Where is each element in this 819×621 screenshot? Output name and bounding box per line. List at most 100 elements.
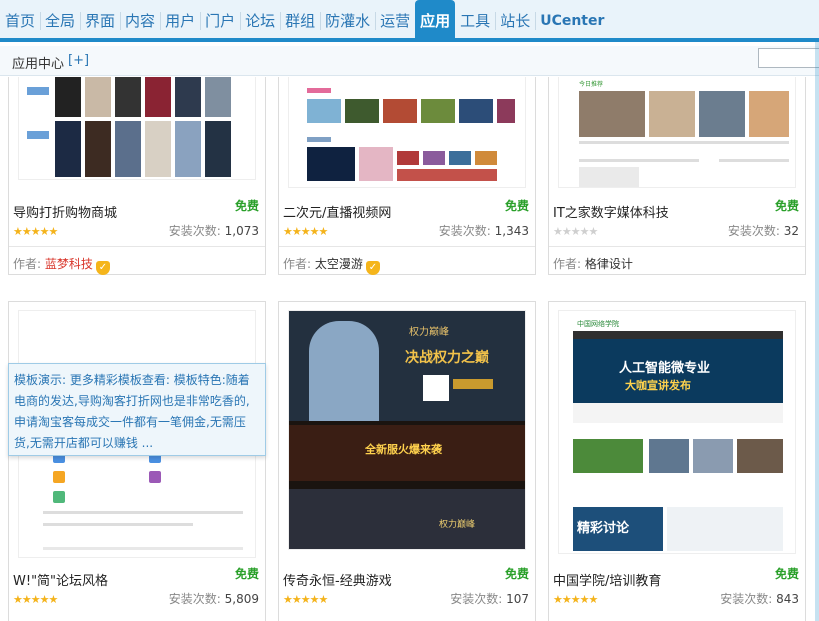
app-title[interactable]: 传奇永恒-经典游戏 [283, 570, 392, 589]
product-image [175, 121, 201, 177]
author-name[interactable]: 格律设计 [585, 257, 633, 271]
author-name[interactable]: 蓝梦科技 [45, 257, 93, 271]
section-marker [307, 88, 331, 93]
app-title[interactable]: 中国学院/培训教育 [553, 570, 661, 589]
top-navigation: 首页 全局 界面 内容 用户 门户 论坛 群组 防灌水 运营 应用 工具 站长 UCenter [0, 0, 819, 42]
star-icon: ★ [300, 225, 311, 238]
description-popup[interactable]: 模板演示: 更多精彩模板查看: 模板特色:随着电商的发达,导购淘客打折网也是非常… [8, 363, 266, 456]
video-thumb [307, 147, 355, 181]
nav-tabs: 首页 全局 界面 内容 用户 门户 论坛 群组 防灌水 运营 应用 工具 站长 UCenter [0, 0, 609, 38]
star-icon: ★ [48, 225, 59, 238]
product-image [145, 121, 171, 177]
price-label: 免费 [504, 567, 529, 581]
rating-stars: ★★★★★ [283, 593, 329, 606]
nav-tab[interactable]: 内容 [120, 2, 160, 38]
scrollbar[interactable] [815, 42, 819, 621]
app-card[interactable]: W!"简"论坛风格 免费 ★★★★★ 安装次数: 5,809 [8, 301, 266, 621]
rating-stars: ★★★★★ [13, 593, 59, 606]
star-icon: ★ [553, 593, 563, 606]
author-label: 作者: [553, 257, 582, 271]
app-thumbnail[interactable] [288, 77, 526, 188]
course-image [649, 439, 689, 473]
nav-tab[interactable]: 全局 [40, 2, 80, 38]
game-title: 决战权力之巅 [405, 350, 489, 366]
star-icon: ★ [283, 225, 293, 238]
text-line [43, 523, 193, 526]
author-row: 作者: 蓝梦科技 ✓ [9, 246, 265, 277]
search-input[interactable] [758, 48, 819, 68]
app-title[interactable]: 导购打折购物商城 [13, 202, 117, 221]
install-label: 安装次数: [720, 592, 773, 606]
product-image [55, 77, 81, 117]
nav-tab[interactable]: 工具 [455, 2, 495, 38]
app-thumbnail[interactable]: 中国网络学院 人工智能微专业 大咖宣讲发布 精彩讨论 [558, 310, 796, 554]
character-art [309, 321, 379, 421]
app-card[interactable]: 导购打折购物商城 免费 ★★★★★ 安装次数: 1,073 作者: 蓝梦科技 ✓ [8, 77, 266, 275]
star-icon: ★ [318, 593, 329, 606]
section-label: 今日推荐 [579, 81, 604, 88]
download-button [453, 379, 493, 389]
app-title[interactable]: 二次元/直播视频网 [283, 202, 391, 221]
text-line [579, 159, 699, 162]
nav-tab[interactable]: 运营 [375, 2, 415, 38]
star-icon: ★ [561, 593, 572, 606]
product-image [55, 121, 81, 177]
news-image [749, 91, 789, 137]
nav-tab[interactable]: 应用 [415, 0, 456, 38]
product-image [205, 121, 231, 177]
app-card[interactable]: 决战权力之巅 权力巅峰 全新服火爆来袭 权力巅峰 传奇永恒-经典游戏 免费 ★ ★… [278, 301, 536, 621]
nav-tab[interactable]: 站长 [495, 2, 535, 38]
news-image [649, 91, 695, 137]
app-thumbnail[interactable]: 今日推荐 [558, 77, 796, 188]
price-label: 免费 [234, 199, 259, 213]
app-card[interactable]: 今日推荐 IT之家数字媒体科技 免费 ★★★★★ 安装次数: 32 作者: 格律… [548, 77, 806, 275]
app-card[interactable]: 二次元/直播视频网 免费 ★★★★★ 安装次数: 1,343 作者: 太空漫游 ✓ [278, 77, 536, 275]
nav-tab[interactable]: 群组 [280, 2, 320, 38]
install-value: 32 [783, 224, 799, 238]
star-icon: ★ [283, 593, 293, 606]
product-image [115, 77, 141, 117]
star-icon: ★ [570, 225, 581, 238]
add-shortcut-button[interactable]: [+] [68, 53, 89, 68]
nav-tab[interactable]: 防灌水 [320, 2, 375, 38]
text-line [43, 547, 243, 550]
forum-icon [149, 471, 161, 483]
forum-icon [53, 491, 65, 503]
star-icon: ★ [588, 225, 599, 238]
nav-tab[interactable]: 用户 [160, 2, 200, 38]
author-name[interactable]: 太空漫游 [315, 257, 363, 271]
section-marker [307, 137, 331, 142]
nav-tab[interactable]: 门户 [200, 2, 240, 38]
forum-icon [53, 471, 65, 483]
news-image [699, 91, 745, 137]
star-icon: ★ [30, 225, 41, 238]
news-image [579, 167, 639, 187]
install-label: 安装次数: [727, 224, 780, 238]
nav-tab[interactable]: 首页 [0, 2, 40, 38]
game-banner [289, 489, 525, 549]
nav-tab[interactable]: UCenter [535, 2, 609, 38]
video-thumb [475, 151, 497, 165]
install-value: 843 [776, 592, 799, 606]
nav-tab[interactable]: 论坛 [240, 2, 280, 38]
star-icon: ★ [570, 593, 581, 606]
app-title[interactable]: W!"简"论坛风格 [13, 570, 108, 589]
nav-tab[interactable]: 界面 [80, 2, 120, 38]
video-thumb [383, 99, 417, 123]
app-grid: 导购打折购物商城 免费 ★★★★★ 安装次数: 1,073 作者: 蓝梦科技✓ [0, 77, 819, 621]
site-logo: 中国网络学院 [577, 320, 619, 328]
install-value: 5,809 [224, 592, 259, 606]
install-count: 安装次数: 1,073 [169, 222, 259, 239]
text-line [579, 141, 789, 144]
star-icon: ★ [318, 225, 329, 238]
app-title[interactable]: IT之家数字媒体科技 [553, 202, 669, 221]
app-thumbnail[interactable]: 决战权力之巅 权力巅峰 全新服火爆来袭 权力巅峰 [288, 310, 526, 550]
star-icon: ★ [48, 593, 59, 606]
star-icon: ★ [561, 225, 572, 238]
app-card[interactable]: 中国网络学院 人工智能微专业 大咖宣讲发布 精彩讨论 中国学院/培训教育 免费 … [548, 301, 806, 621]
star-icon: ★ [13, 593, 23, 606]
course-image [573, 439, 643, 473]
video-thumb [497, 99, 515, 123]
app-thumbnail[interactable] [18, 77, 256, 180]
video-thumb [397, 151, 419, 165]
